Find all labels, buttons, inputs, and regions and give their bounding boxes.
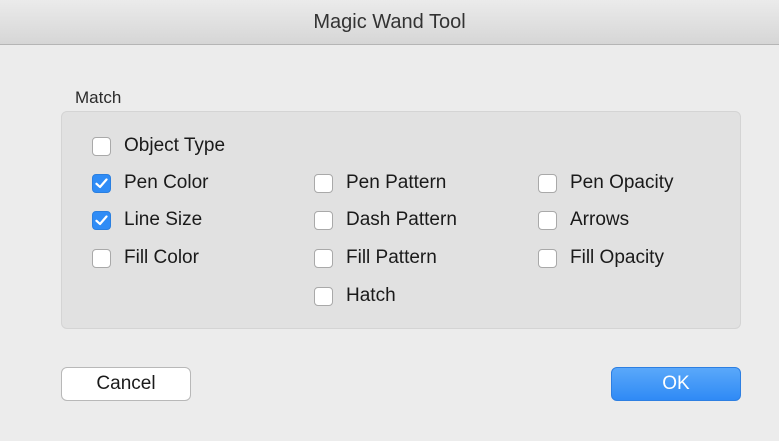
checkbox-box[interactable]: [314, 173, 333, 193]
checkbox-fill-color[interactable]: Fill Color: [92, 245, 199, 271]
checkbox-label: Pen Color: [124, 172, 209, 193]
checkbox-label: Dash Pattern: [346, 209, 457, 230]
checkbox-box[interactable]: [92, 173, 111, 193]
window-title: Magic Wand Tool: [313, 11, 466, 33]
checkbox-pen-color[interactable]: Pen Color: [92, 170, 209, 196]
checkbox-fill-pattern[interactable]: Fill Pattern: [314, 245, 437, 271]
magic-wand-dialog: Magic Wand Tool Match Object Type Pen Co…: [0, 0, 779, 441]
checkmark-icon: [95, 214, 108, 225]
checkbox-box[interactable]: [538, 210, 557, 230]
checkbox-pen-pattern[interactable]: Pen Pattern: [314, 170, 446, 196]
checkbox-label: Pen Opacity: [570, 172, 674, 193]
checkbox-object-type[interactable]: Object Type: [92, 133, 225, 159]
checkbox-label: Hatch: [346, 285, 396, 306]
checkbox-dash-pattern[interactable]: Dash Pattern: [314, 207, 457, 233]
checkbox-line-size[interactable]: Line Size: [92, 207, 202, 233]
checkbox-label: Fill Color: [124, 247, 199, 268]
checkbox-label: Pen Pattern: [346, 172, 447, 193]
checkbox-label: Line Size: [124, 209, 203, 230]
checkbox-arrows[interactable]: Arrows: [538, 207, 629, 233]
checkbox-box[interactable]: [314, 210, 333, 230]
cancel-button[interactable]: Cancel: [61, 367, 191, 401]
checkbox-box[interactable]: [92, 210, 111, 230]
checkbox-hatch[interactable]: Hatch: [314, 283, 396, 309]
title-bar[interactable]: Magic Wand Tool: [0, 0, 779, 45]
checkbox-fill-opacity[interactable]: Fill Opacity: [538, 245, 664, 271]
checkbox-box[interactable]: [92, 248, 111, 268]
checkbox-label: Fill Pattern: [346, 247, 437, 268]
checkbox-box[interactable]: [314, 248, 333, 268]
checkmark-icon: [95, 177, 108, 188]
checkbox-pen-opacity[interactable]: Pen Opacity: [538, 170, 674, 196]
checkbox-box[interactable]: [314, 286, 333, 306]
checkbox-label: Arrows: [570, 209, 630, 230]
checkbox-box[interactable]: [538, 173, 557, 193]
ok-button[interactable]: OK: [611, 367, 741, 401]
checkbox-box[interactable]: [538, 248, 557, 268]
checkbox-label: Fill Opacity: [570, 247, 664, 268]
checkbox-label: Object Type: [124, 135, 226, 156]
checkbox-box[interactable]: [92, 136, 111, 156]
match-group-label: Match: [75, 88, 122, 107]
